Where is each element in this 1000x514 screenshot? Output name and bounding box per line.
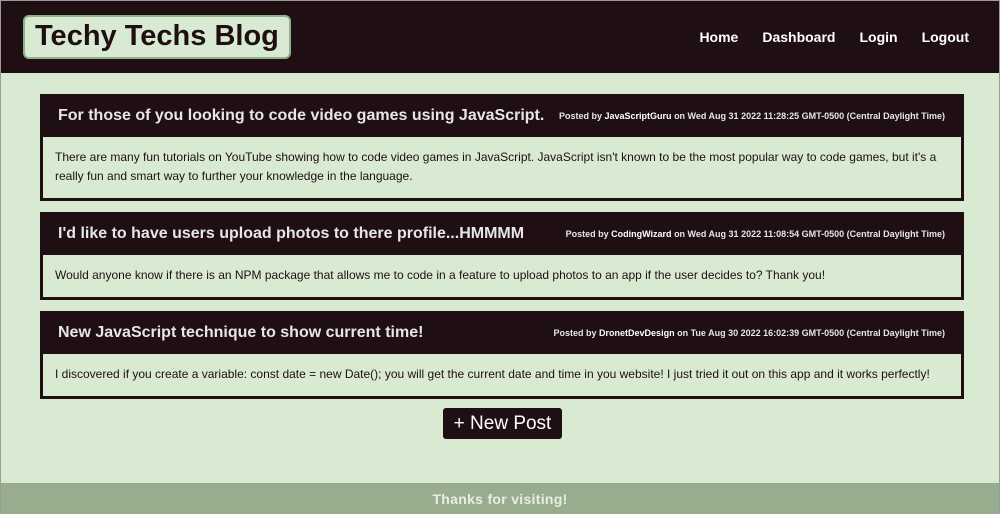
post-header: I'd like to have users upload photos to … xyxy=(43,215,961,252)
posted-by-label: Posted by xyxy=(565,228,609,239)
post-card[interactable]: I'd like to have users upload photos to … xyxy=(40,212,964,300)
post-meta: Posted by CodingWizard on Wed Aug 31 202… xyxy=(566,229,945,239)
posted-by-label: Posted by xyxy=(558,110,602,121)
nav-login-link[interactable]: Login xyxy=(859,29,897,45)
post-date: on Wed Aug 31 2022 11:28:25 GMT-0500 (Ce… xyxy=(674,110,945,121)
site-header: Techy Techs Blog Home Dashboard Login Lo… xyxy=(1,1,999,73)
nav-home-link[interactable]: Home xyxy=(699,29,738,45)
post-title[interactable]: New JavaScript technique to show current… xyxy=(58,324,423,342)
post-date: on Tue Aug 30 2022 16:02:39 GMT-0500 (Ce… xyxy=(677,327,945,338)
post-title[interactable]: For those of you looking to code video g… xyxy=(58,107,544,125)
post-body: I discovered if you create a variable: c… xyxy=(43,351,961,396)
post-card[interactable]: For those of you looking to code video g… xyxy=(40,94,964,201)
post-list: For those of you looking to code video g… xyxy=(40,94,964,410)
post-header: New JavaScript technique to show current… xyxy=(43,314,961,351)
footer-message: Thanks for visiting! xyxy=(432,491,568,507)
nav-logout-link[interactable]: Logout xyxy=(922,29,969,45)
post-date: on Wed Aug 31 2022 11:08:54 GMT-0500 (Ce… xyxy=(674,228,945,239)
site-logo[interactable]: Techy Techs Blog xyxy=(23,15,291,59)
post-body: Would anyone know if there is an NPM pac… xyxy=(43,252,961,297)
post-meta: Posted by DronetDevDesign on Tue Aug 30 … xyxy=(554,328,945,338)
main-nav: Home Dashboard Login Logout xyxy=(675,29,969,45)
post-author: CodingWizard xyxy=(611,228,672,239)
post-meta: Posted by JavaScriptGuru on Wed Aug 31 2… xyxy=(559,111,945,121)
post-title[interactable]: I'd like to have users upload photos to … xyxy=(58,225,524,243)
site-footer: Thanks for visiting! xyxy=(1,483,999,514)
new-post-button[interactable]: + New Post xyxy=(443,408,562,439)
post-author: DronetDevDesign xyxy=(599,327,675,338)
posted-by-label: Posted by xyxy=(553,327,597,338)
post-header: For those of you looking to code video g… xyxy=(43,97,961,134)
post-author: JavaScriptGuru xyxy=(604,110,672,121)
post-card[interactable]: New JavaScript technique to show current… xyxy=(40,311,964,399)
nav-dashboard-link[interactable]: Dashboard xyxy=(762,29,835,45)
post-body: There are many fun tutorials on YouTube … xyxy=(43,134,961,198)
